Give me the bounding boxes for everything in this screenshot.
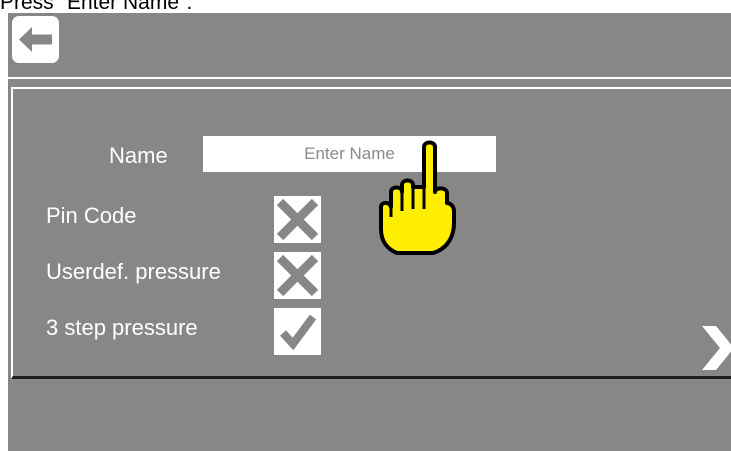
top-bar	[8, 13, 731, 79]
arrow-left-icon	[19, 27, 52, 52]
settings-panel: Name Enter Name Pin Code Userdef. pressu…	[11, 87, 731, 379]
userdef-pressure-label: Userdef. pressure	[46, 259, 221, 284]
cross-icon	[276, 198, 319, 241]
userdef-pressure-checkbox[interactable]	[274, 252, 321, 299]
back-button[interactable]	[12, 16, 59, 63]
pin-code-checkbox[interactable]	[274, 196, 321, 243]
name-label: Name	[109, 143, 168, 168]
pin-code-label: Pin Code	[46, 203, 137, 228]
chevron-right-icon	[702, 326, 731, 370]
step-pressure-label: 3 step pressure	[46, 315, 198, 340]
checkmark-icon	[280, 314, 317, 351]
cross-icon	[276, 254, 319, 297]
step-pressure-checkbox[interactable]	[274, 308, 321, 355]
pointing-hand-icon	[375, 137, 457, 264]
next-button[interactable]	[698, 324, 731, 377]
device-screen: Name Enter Name Pin Code Userdef. pressu…	[8, 13, 731, 451]
